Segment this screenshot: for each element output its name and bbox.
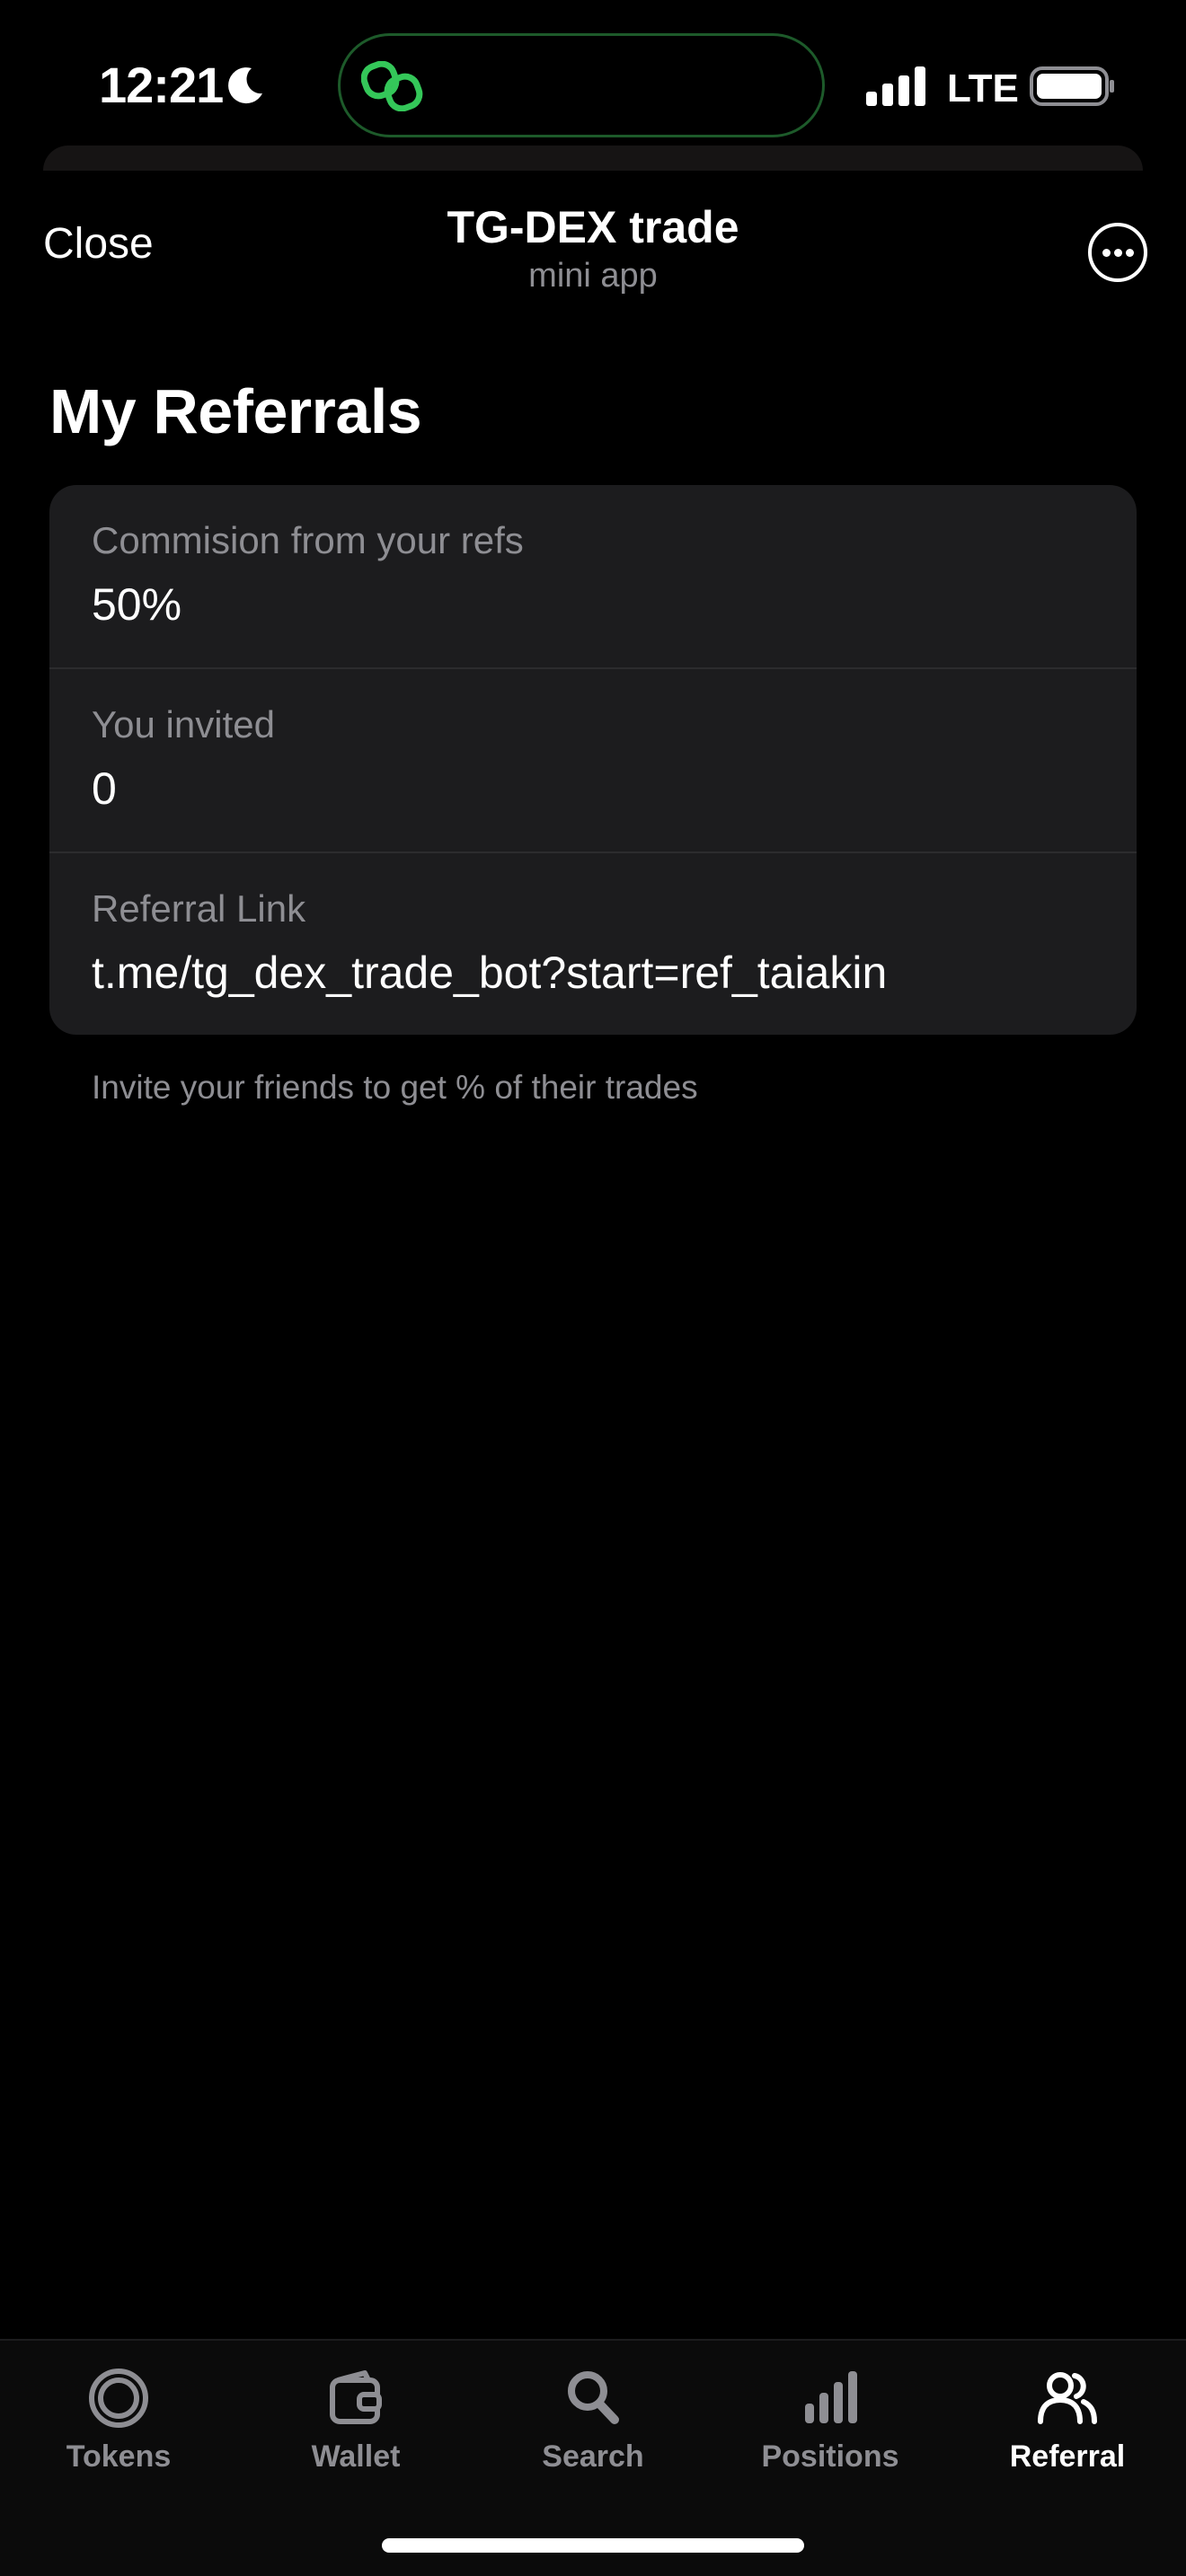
tab-search[interactable]: Search bbox=[474, 2341, 712, 2502]
app-title: TG-DEX trade bbox=[447, 202, 739, 252]
tab-label: Wallet bbox=[311, 2439, 401, 2474]
tab-tokens[interactable]: Tokens bbox=[0, 2341, 237, 2502]
status-time: 12:21 bbox=[99, 57, 224, 113]
network-label: LTE bbox=[947, 66, 1019, 110]
referral-link-label: Referral Link bbox=[92, 887, 306, 930]
page-title: My Referrals bbox=[49, 376, 422, 446]
tab-wallet[interactable]: Wallet bbox=[237, 2341, 474, 2502]
commission-row: Commision from your refs 50% bbox=[49, 485, 1137, 668]
commission-label: Commision from your refs bbox=[92, 519, 524, 561]
positions-icon bbox=[805, 2371, 857, 2423]
wallet-icon bbox=[330, 2370, 382, 2424]
moon-icon bbox=[228, 67, 262, 104]
tab-positions[interactable]: Positions bbox=[712, 2341, 949, 2502]
app-subtitle: mini app bbox=[528, 257, 658, 295]
tab-referral[interactable]: Referral bbox=[949, 2341, 1186, 2502]
commission-value: 50% bbox=[92, 579, 182, 630]
invited-value: 0 bbox=[92, 763, 117, 814]
referral-icon bbox=[1038, 2372, 1097, 2424]
tab-label: Referral bbox=[1009, 2439, 1126, 2474]
referral-link-row[interactable]: Referral Link t.me/tg_dex_trade_bot?star… bbox=[49, 853, 1137, 1035]
more-options-button[interactable] bbox=[1088, 223, 1147, 282]
home-indicator bbox=[382, 2538, 804, 2553]
invited-label: You invited bbox=[92, 703, 275, 745]
battery-icon bbox=[1030, 66, 1114, 106]
helper-text: Invite your friends to get % of their tr… bbox=[92, 1069, 698, 1106]
invited-row: You invited 0 bbox=[49, 669, 1137, 852]
referral-link-value[interactable]: t.me/tg_dex_trade_bot?start=ref_taiakin bbox=[92, 947, 887, 999]
link-icon bbox=[361, 61, 423, 111]
mini-app-header: Close TG-DEX trade mini app bbox=[0, 171, 1186, 323]
ellipsis-circle-icon bbox=[1102, 249, 1111, 257]
search-icon bbox=[568, 2371, 619, 2424]
signal-icon bbox=[866, 66, 925, 106]
tokens-icon bbox=[89, 2369, 148, 2428]
tab-label: Search bbox=[542, 2439, 644, 2474]
tab-label: Positions bbox=[761, 2439, 899, 2474]
tab-label: Tokens bbox=[66, 2439, 172, 2474]
referral-info-card: Commision from your refs 50% You invited… bbox=[49, 485, 1137, 1035]
